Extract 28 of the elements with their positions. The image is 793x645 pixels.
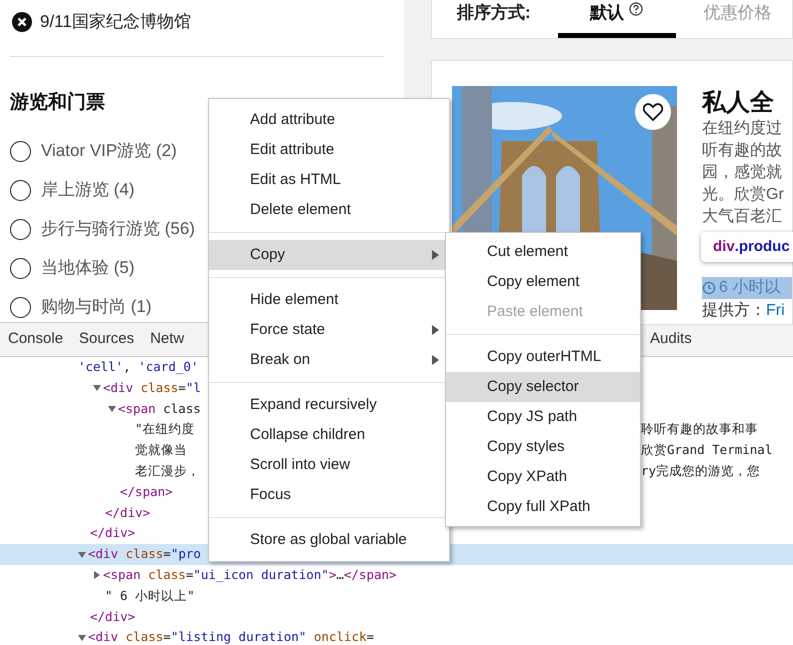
code-line: " 6 小时以上" (105, 586, 195, 605)
highlighted-duration: 6 小时以 (702, 277, 792, 299)
description-line: 园，感觉就 (702, 162, 783, 183)
sort-label: 排序方式: (457, 2, 531, 24)
code-line: </span> (120, 484, 173, 499)
code-line: <div class="l (103, 378, 201, 397)
description-line: 光。欣赏Gr (702, 184, 785, 205)
code-line: 老汇漫步， (135, 462, 200, 480)
code-line: <span class="ui_icon duration">…</span> (103, 566, 397, 584)
code-line: <div class="pro (88, 545, 201, 564)
code-line: </div> (105, 504, 150, 520)
code-line: <span class (118, 400, 201, 418)
code-line: ry完成您的游览，您 (641, 462, 762, 480)
section-title: 游览和门票 (10, 90, 106, 115)
supplier-label: 提供方： (702, 300, 766, 321)
code-line: 觉就像当 (135, 441, 187, 460)
code-line: 欣赏Grand Terminal (641, 441, 774, 460)
code-line: "在纽约度 (135, 420, 195, 438)
description-line: 在纽约度过 (702, 118, 783, 139)
element-tooltip: div.produc (701, 232, 793, 262)
description-line: 听有趣的故 (702, 141, 783, 161)
code-line: <div class="listing duration" onclick= (88, 628, 374, 645)
code-line: 聆听有趣的故事和事 (641, 420, 759, 438)
active-filter: 9/11国家纪念博物馆 (40, 11, 191, 34)
code-line: 'cell', 'card_0' (78, 359, 198, 374)
code-line: </div> (90, 608, 136, 624)
code-line: </div> (90, 525, 136, 540)
description-line: 大气百老汇 (702, 206, 783, 227)
